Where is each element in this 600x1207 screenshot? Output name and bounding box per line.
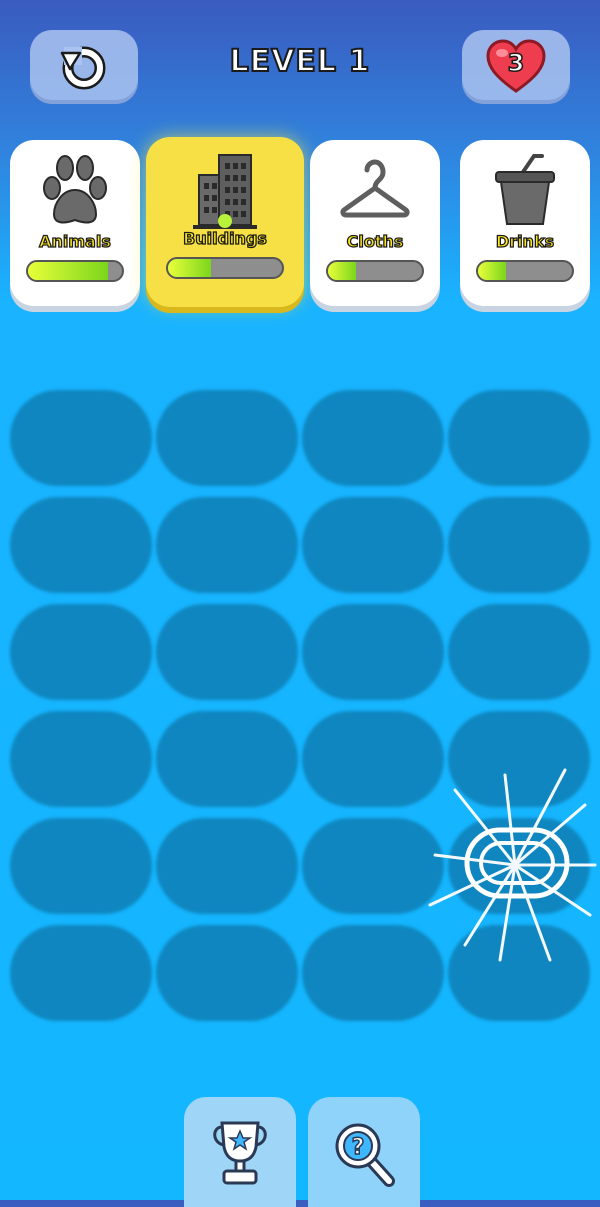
board-slot[interactable] (10, 604, 152, 700)
board-slot[interactable] (448, 818, 590, 914)
board-slot[interactable] (10, 925, 152, 1021)
board-slot[interactable] (302, 925, 444, 1021)
board-slot[interactable] (156, 925, 298, 1021)
board-slot[interactable] (448, 497, 590, 593)
category-buildings[interactable]: Buildings (146, 137, 304, 307)
cup-icon (495, 154, 555, 225)
category-cloths[interactable]: Cloths (310, 140, 440, 306)
heart-icon: 3 (486, 39, 546, 95)
progress-bar (476, 260, 574, 282)
board-slot[interactable] (156, 711, 298, 807)
progress-bar (326, 260, 424, 282)
trophy-button[interactable] (184, 1097, 296, 1207)
board-slot[interactable] (302, 497, 444, 593)
lives-count: 3 (507, 48, 525, 78)
lives-indicator: 3 (462, 30, 570, 104)
building-icon (193, 154, 257, 229)
hint-button[interactable]: ? (308, 1097, 420, 1207)
board-slot[interactable] (10, 497, 152, 593)
board-slot[interactable] (448, 604, 590, 700)
board-slot[interactable] (10, 390, 152, 486)
category-drinks[interactable]: Drinks (460, 140, 590, 306)
board-slot[interactable] (302, 818, 444, 914)
board-slot[interactable] (448, 390, 590, 486)
board-slot[interactable] (448, 925, 590, 1021)
progress-bar (166, 257, 284, 279)
category-label: Drinks (495, 231, 555, 251)
board-slot[interactable] (156, 818, 298, 914)
svg-text:?: ? (352, 1135, 365, 1160)
trophy-icon (213, 1121, 267, 1185)
board-slot[interactable] (156, 497, 298, 593)
category-label: Buildings (182, 228, 267, 248)
hanger-icon (340, 159, 410, 218)
board-slot[interactable] (302, 604, 444, 700)
board-slot[interactable] (156, 390, 298, 486)
category-label: Cloths (346, 231, 404, 251)
board-slot[interactable] (10, 818, 152, 914)
board-slot[interactable] (302, 390, 444, 486)
category-animals[interactable]: Animals (10, 140, 140, 306)
board-slot[interactable] (10, 711, 152, 807)
progress-bar (26, 260, 124, 282)
board-slot[interactable] (156, 604, 298, 700)
board-slot[interactable] (302, 711, 444, 807)
paw-icon (43, 155, 107, 224)
magnifier-hint-icon: ? (335, 1123, 395, 1187)
category-label: Animals (38, 231, 111, 251)
board-slot[interactable] (448, 711, 590, 807)
